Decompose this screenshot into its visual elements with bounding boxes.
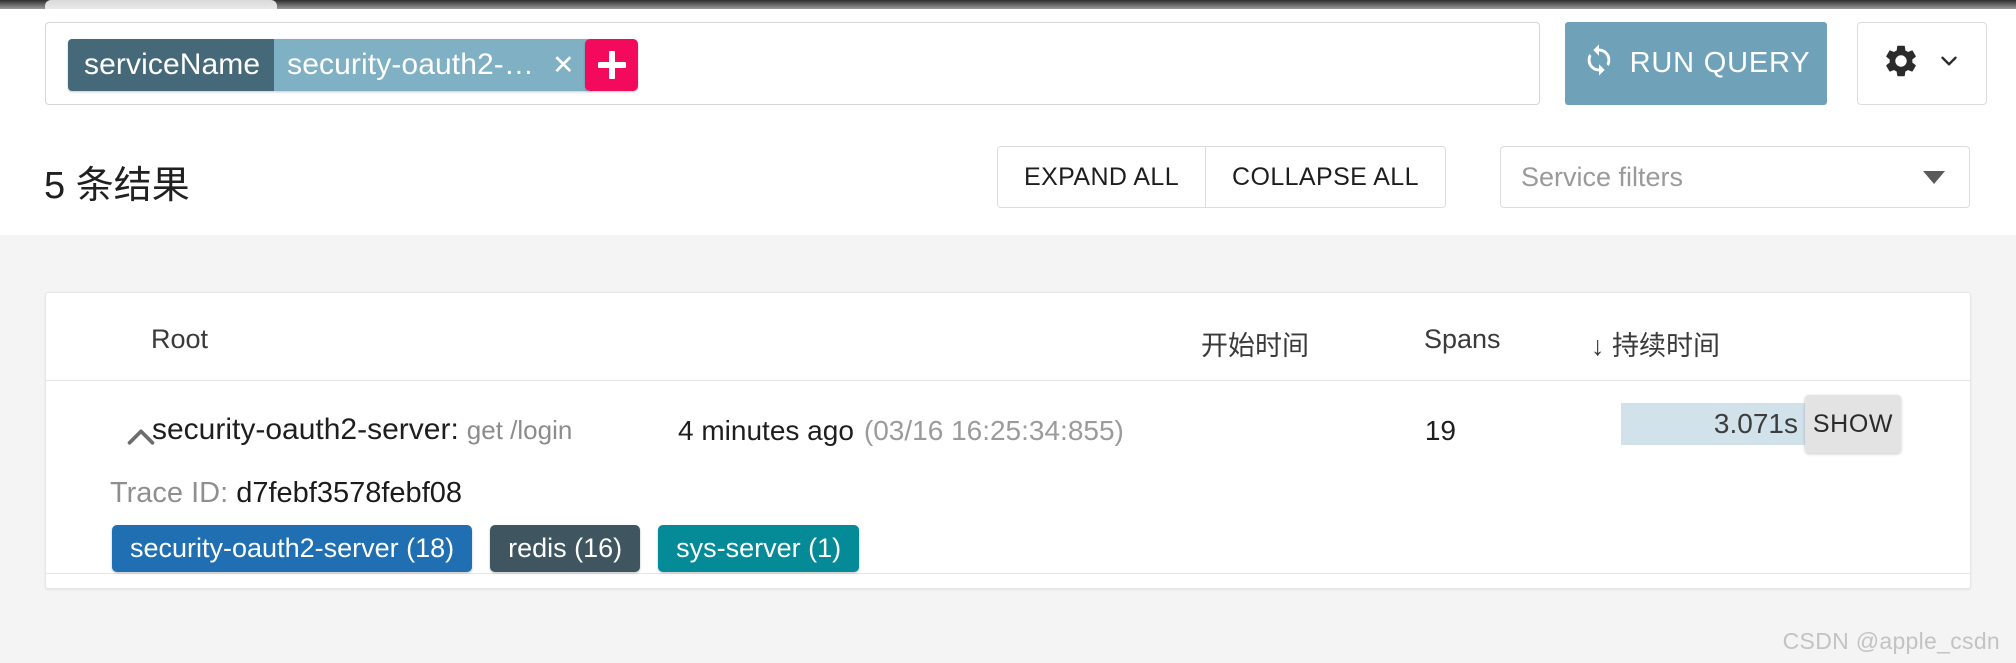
run-query-label: RUN QUERY (1629, 47, 1811, 79)
results-area: Root 开始时间 Spans ↓ 持续时间 security-oauth2-s… (0, 235, 2016, 663)
table-header-row: Root 开始时间 Spans ↓ 持续时间 (46, 293, 1970, 381)
show-trace-button[interactable]: SHOW (1805, 395, 1901, 453)
duration-bar: 3.071s (1621, 403, 1807, 445)
watermark: CSDN @apple_csdn (1782, 628, 2000, 654)
column-header-root[interactable]: Root (151, 324, 208, 355)
trace-duration: 3.071s (1713, 408, 1798, 439)
trace-id-value[interactable]: d7febf3578febf08 (236, 477, 462, 509)
next-row-stub (46, 573, 1970, 588)
column-header-start-time[interactable]: 开始时间 (1201, 324, 1309, 363)
trace-result-card: Root 开始时间 Spans ↓ 持续时间 security-oauth2-s… (45, 292, 1971, 589)
chevron-down-icon (1936, 48, 1962, 79)
column-header-duration[interactable]: ↓ 持续时间 (1591, 324, 1720, 363)
service-badge-list: security-oauth2-server (18) redis (16) s… (112, 525, 860, 572)
service-badge[interactable]: redis (16) (490, 525, 641, 572)
service-badge[interactable]: security-oauth2-server (18) (112, 525, 473, 572)
filter-chip-key: serviceName (68, 39, 275, 91)
trace-id-line: Trace ID: d7febf3578febf08 (110, 477, 462, 510)
close-icon[interactable]: ✕ (543, 39, 591, 91)
run-query-button[interactable]: RUN QUERY (1565, 22, 1827, 105)
service-filters-placeholder: Service filters (1521, 161, 1684, 192)
results-toolbar: 5 条结果 EXPAND ALL COLLAPSE ALL Service fi… (0, 118, 2016, 236)
gear-icon (1882, 42, 1920, 85)
settings-button[interactable] (1857, 22, 1987, 105)
expand-collapse-group: EXPAND ALL COLLAPSE ALL (997, 146, 1446, 208)
browser-chrome-strip (0, 0, 2016, 9)
refresh-icon (1582, 43, 1616, 85)
expand-all-button[interactable]: EXPAND ALL (998, 147, 1206, 207)
add-filter-button[interactable] (585, 39, 638, 91)
service-badge[interactable]: sys-server (1) (658, 525, 860, 572)
trace-service-name: security-oauth2-server: (152, 413, 459, 446)
plus-icon-bar (597, 62, 626, 68)
query-bar: serviceName security-oauth2-… ✕ RUN QUER… (0, 9, 2016, 119)
trace-id-label: Trace ID: (110, 477, 229, 509)
column-header-spans[interactable]: Spans (1424, 324, 1501, 355)
service-filters-dropdown[interactable]: Service filters (1500, 146, 1970, 208)
result-count: 5 条结果 (44, 165, 190, 207)
filter-chip[interactable]: serviceName security-oauth2-… ✕ (68, 39, 591, 91)
search-input[interactable]: serviceName security-oauth2-… ✕ (45, 22, 1540, 105)
collapse-all-button[interactable]: COLLAPSE ALL (1205, 147, 1445, 207)
table-row: security-oauth2-server: get /login 4 minu… (46, 381, 1970, 573)
filter-chip-value: security-oauth2-… (274, 39, 544, 91)
chevron-down-icon (1923, 170, 1945, 184)
browser-tab-stub[interactable] (45, 0, 277, 9)
